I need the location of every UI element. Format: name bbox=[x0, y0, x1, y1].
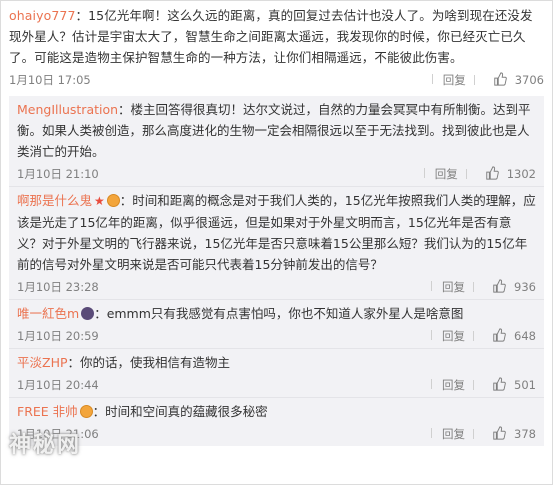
thumbs-up-icon bbox=[492, 327, 506, 345]
reply-text: ：时间和空间真的蕴藏很多秘密 bbox=[92, 404, 268, 419]
divider bbox=[423, 168, 425, 178]
thumbs-up-icon bbox=[492, 376, 506, 394]
timestamp: 1月10日 21:06 bbox=[17, 427, 99, 441]
reply-item: MengIllustration：楼主回答得很真切！达尔文说过，自然的力量会冥冥… bbox=[9, 96, 544, 187]
username-link[interactable]: 平淡ZHP bbox=[17, 355, 68, 370]
divider bbox=[473, 429, 475, 439]
reply-body: 唯一紅色m ：emmm只有我感觉有点害怕吗，你也不知道人家外星人是啥意图 bbox=[17, 303, 536, 324]
thumbs-up-icon bbox=[485, 165, 499, 183]
like-count: 936 bbox=[514, 280, 536, 294]
timestamp: 1月10日 21:10 bbox=[17, 167, 99, 181]
like-count: 501 bbox=[514, 378, 536, 392]
reply-button[interactable]: 回复 bbox=[431, 72, 474, 88]
level-badge-icon bbox=[79, 405, 93, 418]
like-count: 378 bbox=[514, 427, 536, 441]
divider bbox=[473, 331, 475, 341]
thumbs-up-icon bbox=[493, 71, 507, 89]
username-link[interactable]: FREE 非帅 bbox=[17, 404, 78, 419]
divider bbox=[431, 281, 433, 291]
timestamp: 1月10日 17:05 bbox=[9, 73, 91, 87]
reply-meta: 1月10日 20:44 回复 501 bbox=[17, 373, 536, 397]
like-count: 1302 bbox=[506, 167, 536, 181]
reply-body: 啊那是什么鬼 ★ ：时间和距离的概念是对于我们人类的，15亿光年按照我们人类的理解，… bbox=[17, 190, 536, 275]
like-button[interactable]: 648 bbox=[473, 327, 536, 345]
reply-item: 唯一紅色m ：emmm只有我感觉有点害怕吗，你也不知道人家外星人是啥意图 1月10… bbox=[9, 300, 544, 349]
reply-button[interactable]: 回复 bbox=[431, 377, 473, 393]
reply-button[interactable]: 回复 bbox=[423, 166, 466, 182]
reply-label: 回复 bbox=[434, 167, 458, 181]
top-comment: ohaiyo777：15亿光年啊！这么久远的距离，真的回复过去估计也没人了。为啥… bbox=[1, 1, 552, 92]
divider bbox=[473, 75, 475, 85]
divider bbox=[431, 74, 433, 84]
reply-item: 啊那是什么鬼 ★ ：时间和距离的概念是对于我们人类的，15亿光年按照我们人类的理解，… bbox=[9, 187, 544, 300]
reply-body: 平淡ZHP：你的话，使我相信有造物主 bbox=[17, 352, 536, 373]
reply-meta: 1月10日 20:59 回复 648 bbox=[17, 324, 536, 348]
like-button[interactable]: 3706 bbox=[473, 71, 544, 89]
thumbs-up-icon bbox=[492, 425, 506, 443]
username-link[interactable]: 唯一紅色m bbox=[17, 306, 79, 321]
username-link[interactable]: MengIllustration bbox=[17, 102, 118, 117]
reply-item: 平淡ZHP：你的话，使我相信有造物主 1月10日 20:44 回复 501 bbox=[9, 349, 544, 398]
reply-body: MengIllustration：楼主回答得很真切！达尔文说过，自然的力量会冥冥… bbox=[17, 99, 536, 162]
divider bbox=[431, 330, 433, 340]
thumbs-up-icon bbox=[492, 278, 506, 296]
comment-thread: ohaiyo777：15亿光年啊！这么久远的距离，真的回复过去估计也没人了。为啥… bbox=[0, 0, 553, 485]
divider bbox=[465, 169, 467, 179]
reply-button[interactable]: 回复 bbox=[431, 279, 473, 295]
reply-meta: 1月10日 21:06 回复 378 bbox=[17, 422, 536, 446]
reply-meta: 1月10日 21:10 回复 1302 bbox=[17, 162, 536, 186]
like-button[interactable]: 1302 bbox=[465, 165, 536, 183]
comment-text: ：15亿光年啊！这么久远的距离，真的回复过去估计也没人了。为啥到现在还没发现外星… bbox=[9, 8, 533, 65]
reply-text: ：emmm只有我感觉有点害怕吗，你也不知道人家外星人是啥意图 bbox=[94, 306, 464, 321]
reply-label: 回复 bbox=[442, 329, 466, 343]
reply-label: 回复 bbox=[442, 378, 466, 392]
reply-meta: 1月10日 23:28 回复 936 bbox=[17, 275, 536, 299]
comment-meta: 1月10日 17:05 回复 3706 bbox=[9, 68, 544, 92]
reply-text: ：你的话，使我相信有造物主 bbox=[67, 355, 231, 370]
reply-label: 回复 bbox=[442, 73, 466, 87]
like-button[interactable]: 501 bbox=[473, 376, 536, 394]
divider bbox=[431, 379, 433, 389]
comment-body: ohaiyo777：15亿光年啊！这么久远的距离，真的回复过去估计也没人了。为啥… bbox=[9, 5, 544, 68]
like-button[interactable]: 936 bbox=[473, 278, 536, 296]
reply-body: FREE 非帅 ：时间和空间真的蕴藏很多秘密 bbox=[17, 401, 536, 422]
level-badge-icon bbox=[106, 194, 120, 207]
divider bbox=[473, 380, 475, 390]
reply-label: 回复 bbox=[442, 280, 466, 294]
timestamp: 1月10日 20:59 bbox=[17, 329, 99, 343]
level-badge-icon bbox=[81, 307, 95, 320]
reply-list: MengIllustration：楼主回答得很真切！达尔文说过，自然的力量会冥冥… bbox=[9, 96, 544, 446]
reply-button[interactable]: 回复 bbox=[431, 328, 473, 344]
timestamp: 1月10日 23:28 bbox=[17, 280, 99, 294]
reply-button[interactable]: 回复 bbox=[431, 426, 473, 442]
divider bbox=[431, 428, 433, 438]
like-count: 648 bbox=[514, 329, 536, 343]
reply-label: 回复 bbox=[442, 427, 466, 441]
divider bbox=[473, 282, 475, 292]
reply-item: FREE 非帅 ：时间和空间真的蕴藏很多秘密 1月10日 21:06 回复 378 bbox=[9, 398, 544, 446]
star-badge-icon: ★ bbox=[94, 194, 105, 208]
username-link[interactable]: ohaiyo777 bbox=[9, 8, 76, 23]
username-link[interactable]: 啊那是什么鬼 bbox=[17, 193, 92, 208]
like-count: 3706 bbox=[514, 73, 544, 87]
timestamp: 1月10日 20:44 bbox=[17, 378, 99, 392]
like-button[interactable]: 378 bbox=[473, 425, 536, 443]
